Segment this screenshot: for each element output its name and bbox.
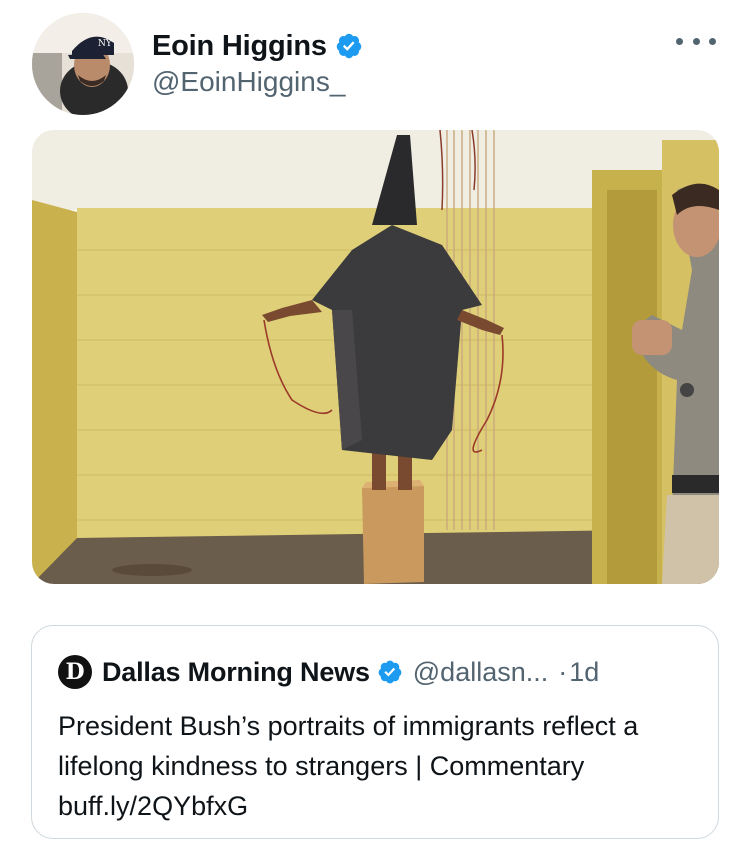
separator-dot: · — [558, 656, 568, 687]
tweet-header: NY Eoin Higgins @EoinHiggins_ — [32, 13, 722, 115]
avatar[interactable]: NY — [32, 13, 134, 115]
svg-text:NY: NY — [98, 39, 113, 49]
quoted-tweet-text: President Bush’s portraits of immigrants… — [58, 711, 639, 821]
author-handle[interactable]: @EoinHiggins_ — [152, 66, 363, 98]
quoted-tweet-card[interactable]: D Dallas Morning News @dallasn... · 1d P… — [31, 625, 719, 839]
quoted-author-name[interactable]: Dallas Morning News — [102, 657, 370, 688]
dallas-morning-news-logo-icon: D — [58, 655, 92, 689]
verified-badge-icon — [378, 660, 402, 684]
avatar-photo: NY — [32, 13, 134, 115]
quoted-author-handle[interactable]: @dallasn... — [413, 657, 548, 688]
more-horizontal-icon[interactable] — [676, 31, 716, 51]
photo-hooded-prisoner — [32, 130, 719, 584]
author-name[interactable]: Eoin Higgins — [152, 30, 327, 63]
quoted-timestamp[interactable]: 1d — [569, 657, 599, 688]
verified-badge-icon — [336, 33, 362, 59]
tweet-image[interactable] — [32, 130, 719, 584]
